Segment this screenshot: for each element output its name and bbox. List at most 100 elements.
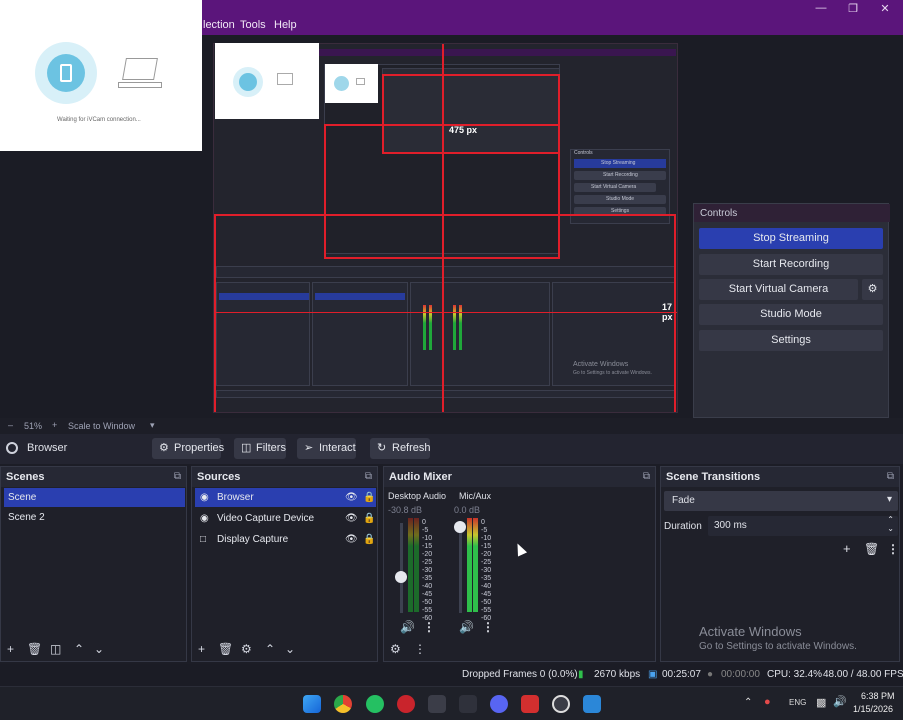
eye-icon[interactable]: 👁 (345, 509, 358, 528)
discord-icon[interactable] (490, 695, 508, 713)
language-indicator[interactable]: ENG (789, 698, 806, 707)
gear-icon: ⚙ (159, 442, 169, 454)
chevron-up-icon[interactable]: ⌃ (887, 515, 894, 524)
bitrate: 2670 kbps (594, 669, 641, 680)
cursor-icon: ➢ (304, 442, 314, 454)
chevron-down-icon[interactable]: ⌄ (285, 642, 295, 656)
virtual-camera-settings-gear-icon[interactable]: ⚙ (862, 279, 883, 300)
chevron-up-icon[interactable]: ⌃ (74, 642, 84, 656)
kebab-icon[interactable]: ⋮ (887, 542, 899, 556)
filters-button[interactable]: ◫ Filters (234, 438, 286, 459)
chevron-down-icon[interactable]: ⌄ (94, 642, 104, 656)
stop-streaming-button[interactable]: Stop Streaming (699, 228, 883, 249)
lock-icon[interactable]: 🔒 (363, 530, 375, 549)
maximize-icon[interactable]: ❐ (846, 2, 860, 15)
mic-icon[interactable]: ● (764, 696, 771, 708)
desktop-volume-slider[interactable] (400, 523, 403, 613)
add-icon[interactable]: + (7, 642, 14, 656)
trash-icon[interactable]: 🗑 (27, 642, 42, 656)
app-icon[interactable] (521, 695, 539, 713)
app-icon[interactable] (428, 695, 446, 713)
chevron-up-icon[interactable]: ⌃ (744, 697, 752, 708)
zoom-dropdown-icon[interactable]: ▾ (150, 420, 155, 431)
interact-button[interactable]: ➢ Interact (297, 438, 356, 459)
filter-icon[interactable]: ◫ (50, 642, 61, 656)
media-player-icon[interactable] (397, 695, 415, 713)
start-icon[interactable] (303, 695, 321, 713)
obs-icon[interactable] (552, 695, 570, 713)
clock-date[interactable]: 1/15/2026 (853, 704, 893, 714)
menu-scene-collection[interactable]: lection (203, 19, 235, 31)
desktop-volume-handle[interactable] (395, 571, 407, 583)
clock-time[interactable]: 6:38 PM (861, 691, 895, 701)
network-icon[interactable]: ▩ (816, 696, 826, 709)
eye-icon[interactable]: 👁 (345, 488, 358, 507)
speaker-icon[interactable]: 🔊 (400, 620, 415, 634)
chevron-up-icon[interactable]: ⌃ (265, 642, 275, 656)
float-icon[interactable]: ⧉ (887, 467, 894, 487)
selection-box-inner-2 (382, 74, 560, 154)
cpu-usage: CPU: 32.4% (767, 669, 823, 680)
speaker-icon[interactable]: 🔊 (459, 620, 474, 634)
source-item-video-capture[interactable]: ◉ Video Capture Device 👁 🔒 (195, 509, 376, 528)
duration-spinbox[interactable]: 300 ms ⌃ ⌄ (708, 515, 898, 536)
source-toolbar: Browser ⚙ Properties ◫ Filters ➢ Interact ↻… (0, 434, 903, 464)
float-icon[interactable]: ⧉ (643, 467, 650, 487)
transition-select[interactable]: Fade ▾ (664, 491, 898, 511)
mic-aux-db: 0.0 dB (454, 505, 481, 515)
lock-icon[interactable]: 🔒 (363, 509, 375, 528)
activate-windows-title: Activate Windows (699, 624, 802, 639)
ivcam-status: Waiting for iVCam connection... (57, 117, 141, 123)
start-recording-button[interactable]: Start Recording (699, 254, 883, 275)
close-icon[interactable]: ✕ (878, 2, 892, 15)
refresh-button[interactable]: ↻ Refresh (370, 438, 431, 459)
eye-icon[interactable]: 👁 (345, 530, 358, 549)
gear-icon[interactable]: ⚙ (390, 642, 401, 656)
chevron-down-icon[interactable]: ⌄ (887, 524, 894, 533)
chrome-icon[interactable] (334, 695, 352, 713)
settings-button[interactable]: Settings (699, 330, 883, 351)
trash-icon[interactable]: 🗑 (218, 642, 233, 656)
desktop-meter-left (408, 518, 413, 612)
scene-item[interactable]: Scene 2 (4, 508, 185, 527)
properties-button[interactable]: ⚙ Properties (152, 438, 224, 459)
zoom-in-icon[interactable]: + (52, 420, 57, 430)
minimize-icon[interactable]: — (814, 2, 828, 14)
gear-icon[interactable]: ⚙ (241, 642, 252, 656)
volume-icon[interactable]: 🔊 (833, 695, 847, 708)
mic-volume-slider[interactable] (459, 523, 462, 613)
mic-volume-handle[interactable] (454, 521, 466, 533)
offset-label: 17 px (662, 302, 673, 322)
float-icon[interactable]: ⧉ (365, 467, 372, 487)
width-label: 475 px (449, 125, 478, 135)
menu-tools[interactable]: Tools (240, 19, 266, 31)
menu-help[interactable]: Help (274, 19, 297, 31)
scene-item[interactable]: Scene (4, 488, 185, 507)
zoom-mode[interactable]: Scale to Window (68, 421, 135, 431)
source-item-display-capture[interactable]: □ Display Capture 👁 🔒 (195, 530, 376, 549)
add-icon[interactable]: + (843, 541, 851, 556)
scenes-header: Scenes ⧉ (1, 467, 186, 487)
mic-meter-left (467, 518, 472, 612)
float-icon[interactable]: ⧉ (174, 467, 181, 487)
scenes-footer: + 🗑 ◫ ⌃ ⌄ (1, 639, 186, 661)
trash-icon[interactable]: 🗑 (864, 542, 879, 556)
source-item-browser[interactable]: ◉ Browser 👁 🔒 (195, 488, 376, 507)
whatsapp-icon[interactable] (366, 695, 384, 713)
inner-studio-mode: Studio Mode (606, 196, 635, 202)
camera-icon: ◉ (200, 513, 209, 524)
app-icon[interactable] (583, 695, 601, 713)
inner-start-virtual-camera: Start Virtual Camera (591, 184, 637, 190)
studio-mode-button[interactable]: Studio Mode (699, 304, 883, 325)
zoom-out-icon[interactable]: – (8, 420, 13, 430)
start-virtual-camera-button[interactable]: Start Virtual Camera (699, 279, 858, 300)
stream-time: 00:25:07 (662, 669, 701, 680)
activate-windows-sub: Go to Settings to activate Windows. (699, 641, 857, 652)
add-icon[interactable]: + (198, 642, 205, 656)
mic-meter-right (473, 518, 478, 612)
lock-icon[interactable]: 🔒 (363, 488, 375, 507)
app-icon[interactable] (459, 695, 477, 713)
kebab-icon[interactable]: ⋮ (414, 642, 426, 656)
status-bar: Dropped Frames 0 (0.0%) ▮ 2670 kbps ▣ 00… (0, 664, 903, 686)
desktop-audio-label: Desktop Audio (388, 491, 447, 501)
